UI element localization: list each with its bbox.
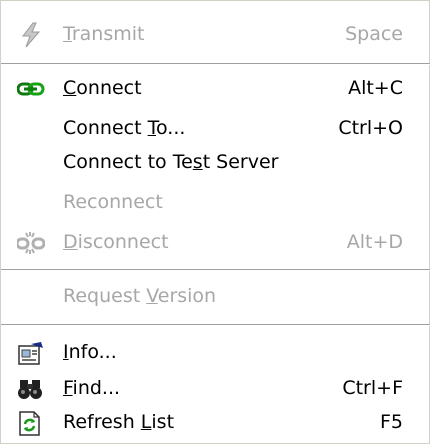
menu-item-shortcut: F5	[379, 411, 403, 433]
refresh-icon	[17, 410, 45, 436]
menu-item-label: Connect To...	[63, 117, 186, 139]
binoculars-icon	[17, 376, 45, 402]
menu-item-label: Reconnect	[63, 191, 163, 213]
menu-separator	[1, 63, 430, 65]
menu-item-label: Disconnect	[63, 231, 169, 253]
info-icon	[17, 340, 45, 366]
menu-item-shortcut: Alt+C	[348, 77, 403, 99]
menu-item-connect[interactable]: Connect Alt+C	[1, 69, 430, 109]
connect-icon	[17, 76, 45, 102]
menu-item-refresh-list[interactable]: Refresh List F5	[1, 403, 430, 443]
menu-item-request-version[interactable]: Request Version	[1, 277, 430, 317]
menu-item-disconnect[interactable]: Disconnect Alt+D	[1, 223, 430, 263]
menu-separator	[1, 269, 430, 271]
context-menu: Transmit Space Connect Alt+C Connect To.…	[0, 0, 430, 444]
menu-item-shortcut: Ctrl+F	[342, 377, 403, 399]
disconnect-icon	[17, 230, 45, 256]
menu-item-shortcut: Alt+D	[346, 231, 403, 253]
menu-item-transmit[interactable]: Transmit Space	[1, 15, 430, 55]
menu-item-reconnect[interactable]: Reconnect	[1, 183, 430, 223]
menu-item-label: Find...	[63, 377, 121, 399]
menu-item-label: Info...	[63, 341, 117, 363]
menu-item-connect-test-server[interactable]: Connect to Test Server	[1, 143, 430, 183]
menu-item-shortcut: Space	[345, 23, 403, 45]
menu-item-label: Request Version	[63, 285, 217, 307]
menu-item-label: Refresh List	[63, 411, 175, 433]
menu-separator	[1, 324, 430, 326]
menu-item-label: Transmit	[63, 23, 145, 45]
menu-item-label: Connect	[63, 77, 142, 99]
menu-item-shortcut: Ctrl+O	[338, 117, 403, 139]
menu-item-info[interactable]: Info...	[1, 333, 430, 373]
lightning-icon	[17, 22, 45, 48]
menu-item-label: Connect to Test Server	[63, 151, 279, 173]
